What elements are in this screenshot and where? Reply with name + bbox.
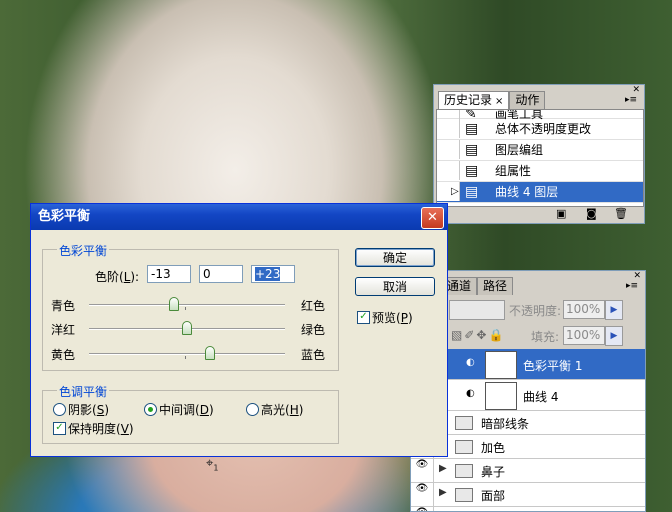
color-balance-dialog: 色彩平衡 ✕ 色彩平衡 色阶(L): -13 0 +23 青色 红色 洋红 绿色… xyxy=(30,203,448,457)
preserve-luminosity-label[interactable]: 保持明度(V) xyxy=(68,420,134,437)
history-item[interactable]: ▤ 总体不透明度更改 xyxy=(437,119,643,140)
group-title: 色彩平衡 xyxy=(57,242,110,259)
history-item[interactable]: ▤ 图层编组 xyxy=(437,140,643,161)
folder-icon xyxy=(455,416,473,430)
layer-group-row[interactable]: 👁 ▶ 面部 xyxy=(411,483,645,507)
fill-field[interactable]: 100% xyxy=(563,326,605,345)
eye-icon[interactable]: 👁 xyxy=(411,483,434,506)
adjustment-layer-icon: ◐ xyxy=(466,357,475,368)
expand-arrow-icon[interactable]: ▶ xyxy=(439,463,447,474)
layer-group-row[interactable]: 👁 ▶ 鼻子 xyxy=(411,459,645,483)
tab-paths[interactable]: 路径 xyxy=(477,277,514,295)
snapshot-icon[interactable]: ◙ xyxy=(586,207,597,220)
radio-highlights-label[interactable]: 高光(H) xyxy=(261,401,303,418)
preserve-luminosity-checkbox[interactable]: ✓ xyxy=(53,422,66,435)
new-document-from-state-icon[interactable]: ▣ xyxy=(556,207,566,220)
folder-icon xyxy=(455,440,473,454)
layer-mask-thumbnail[interactable] xyxy=(485,382,517,410)
expand-arrow-icon[interactable]: ▶ xyxy=(439,487,447,498)
history-panel-tabs: 历史记录 × 动作 xyxy=(438,91,546,109)
radio-shadows-label[interactable]: 阴影(S) xyxy=(68,401,109,418)
preview-checkbox[interactable]: ✓ xyxy=(357,311,370,324)
slider-track[interactable] xyxy=(89,353,285,355)
folder-icon xyxy=(455,488,473,502)
history-list: ✎ 画笔工具 ▤ 总体不透明度更改 ▤ 图层编组 ▤ 组属性 ▷ ▤ 曲线 4 图层 xyxy=(436,109,644,207)
slider-track[interactable] xyxy=(89,304,285,306)
levels-label: 色阶(L): xyxy=(95,270,140,284)
radio-midtones-label[interactable]: 中间调(D) xyxy=(159,401,214,418)
color-sampler-icon: ⌖1 xyxy=(206,456,219,473)
radio-midtones[interactable] xyxy=(144,403,157,416)
folder-icon xyxy=(455,464,473,478)
panel-menu-icon[interactable]: ▸≡ xyxy=(624,95,638,105)
layer-mask-thumbnail[interactable] xyxy=(485,351,517,379)
opacity-label: 不透明度: xyxy=(509,304,562,318)
history-pointer-icon: ▷ xyxy=(451,186,459,197)
preview-label[interactable]: 预览(P) xyxy=(372,309,413,326)
history-state-icon: ▤ xyxy=(465,163,479,179)
eye-icon[interactable]: 👁 xyxy=(411,507,434,511)
history-item-selected[interactable]: ▷ ▤ 曲线 4 图层 xyxy=(437,182,643,203)
tab-history[interactable]: 历史记录 × xyxy=(438,91,510,109)
history-state-icon: ▤ xyxy=(465,121,479,137)
slider-row: 洋红 绿色 xyxy=(51,321,326,337)
slider-thumb-magenta-green[interactable] xyxy=(182,321,192,335)
panel-close-icon[interactable]: ✕ xyxy=(633,271,641,281)
level-yellow-blue-input[interactable]: +23 xyxy=(251,265,295,283)
tab-close-icon[interactable]: × xyxy=(495,96,503,107)
blend-mode-select[interactable] xyxy=(449,300,505,320)
trash-icon[interactable]: 🗑 xyxy=(614,207,628,220)
eye-icon[interactable]: 👁 xyxy=(411,459,434,482)
color-balance-group: 色彩平衡 色阶(L): -13 0 +23 青色 红色 洋红 绿色 黄色 蓝色 xyxy=(42,242,339,371)
dialog-titlebar[interactable]: 色彩平衡 xyxy=(31,204,447,230)
dialog-title: 色彩平衡 xyxy=(38,209,91,224)
history-state-icon: ▤ xyxy=(465,142,479,158)
history-footer: ▣ ◙ 🗑 xyxy=(434,205,644,221)
radio-highlights[interactable] xyxy=(246,403,259,416)
layers-panel-tabs: 通道 路径 xyxy=(441,277,514,295)
layer-group-row[interactable]: 👁 ▶ 牙齿 xyxy=(411,507,645,511)
fill-label: 填充: xyxy=(531,330,560,344)
history-item[interactable]: ▤ 组属性 xyxy=(437,161,643,182)
slider-row: 青色 红色 xyxy=(51,297,326,313)
tab-actions[interactable]: 动作 xyxy=(509,91,546,109)
tone-balance-group: 色调平衡 阴影(S) 中间调(D) 高光(H) ✓ 保持明度(V) xyxy=(42,383,339,444)
level-magenta-green-input[interactable]: 0 xyxy=(199,265,243,283)
panel-close-icon[interactable]: ✕ xyxy=(632,85,640,95)
slider-thumb-yellow-blue[interactable] xyxy=(204,346,215,360)
history-state-icon: ▤ xyxy=(465,184,479,200)
fill-arrow-icon[interactable]: ▶ xyxy=(605,326,623,346)
slider-thumb-cyan-red[interactable] xyxy=(169,297,180,311)
history-panel: ✕ 历史记录 × 动作 ▸≡ ✎ 画笔工具 ▤ 总体不透明度更改 ▤ 图层编组 ▤ 组属性… xyxy=(433,84,645,224)
radio-shadows[interactable] xyxy=(53,403,66,416)
panel-menu-icon[interactable]: ▸≡ xyxy=(625,281,639,291)
slider-row: 黄色 蓝色 xyxy=(51,346,326,362)
group-title: 色调平衡 xyxy=(57,383,110,400)
history-item[interactable]: ✎ 画笔工具 xyxy=(437,110,643,123)
adjustment-layer-icon: ◐ xyxy=(466,388,475,399)
lock-icons[interactable]: ▧✐✥🔒 xyxy=(451,328,505,342)
ok-button[interactable]: 确定 xyxy=(355,248,435,267)
opacity-field[interactable]: 100% xyxy=(563,300,605,319)
cancel-button[interactable]: 取消 xyxy=(355,277,435,296)
opacity-arrow-icon[interactable]: ▶ xyxy=(605,300,623,320)
close-button[interactable]: ✕ xyxy=(421,207,444,229)
level-cyan-red-input[interactable]: -13 xyxy=(147,265,191,283)
